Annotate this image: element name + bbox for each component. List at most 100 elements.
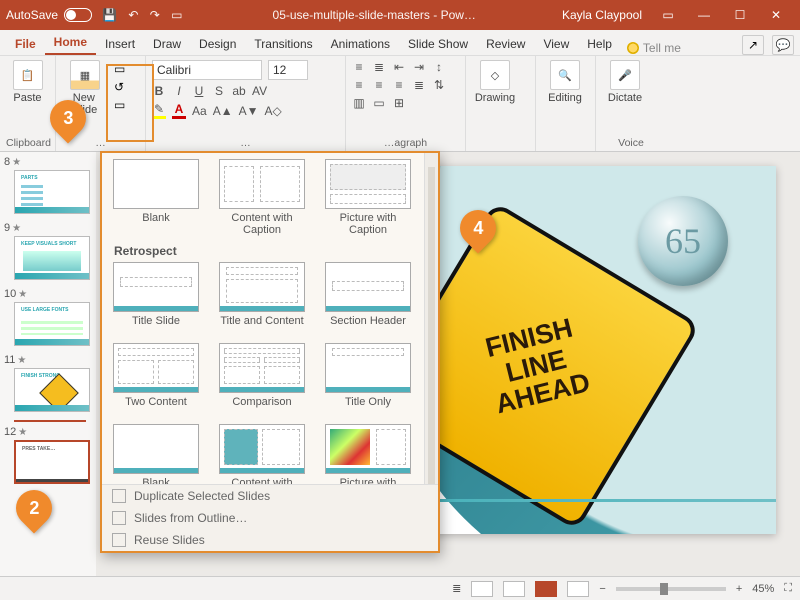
tab-design[interactable]: Design (190, 33, 245, 55)
notes-button[interactable]: ≣ (452, 582, 461, 595)
group-voice-label: Voice (602, 137, 660, 149)
minimize-button[interactable]: — (686, 8, 722, 22)
drawing-button[interactable]: ◇Drawing (472, 60, 518, 104)
shapes-icon: ◇ (480, 60, 510, 90)
layout-blank-0[interactable]: Blank (112, 159, 200, 236)
layout-two-content[interactable]: Two Content (112, 343, 200, 420)
ribbon-options-icon[interactable]: ▭ (650, 8, 686, 22)
layout-scrollbar[interactable] (424, 153, 438, 525)
zoom-level[interactable]: 45% (752, 583, 774, 595)
layout-comparison[interactable]: Comparison (218, 343, 306, 420)
tab-file[interactable]: File (6, 33, 45, 55)
smartart-button[interactable]: ⊞ (392, 96, 406, 110)
indent-more-button[interactable]: ⇥ (412, 60, 426, 74)
zoom-slider[interactable] (616, 587, 726, 591)
tab-animations[interactable]: Animations (322, 33, 399, 55)
layout-section-header[interactable]: Section Header (324, 262, 412, 339)
section-icon[interactable]: ▭ (114, 98, 125, 112)
undo-icon[interactable]: ↶ (128, 8, 138, 22)
tell-me[interactable]: Tell me (627, 41, 681, 55)
autosave-label: AutoSave (6, 8, 58, 22)
thumb-8[interactable]: 8★PARTS (4, 156, 92, 214)
normal-view-button[interactable] (471, 581, 493, 597)
status-bar: ≣ − + 45% ⛶ (0, 576, 800, 600)
comments-button[interactable]: 💬 (772, 35, 794, 55)
zoom-in-button[interactable]: + (736, 583, 742, 595)
reset-icon[interactable]: ↺ (114, 80, 125, 94)
layout-picture-caption-0[interactable]: Picture with Caption (324, 159, 412, 236)
share-button[interactable]: ↗ (742, 35, 764, 55)
text-direction-button[interactable]: ↕ (432, 60, 446, 74)
underline-button[interactable]: U (192, 84, 206, 98)
tab-draw[interactable]: Draw (144, 33, 190, 55)
dictate-button[interactable]: 🎤Dictate (602, 60, 648, 104)
reuse-icon (112, 533, 126, 547)
document-title: 05-use-multiple-slide-masters - Pow… (187, 8, 562, 22)
layout-title-only[interactable]: Title Only (324, 343, 412, 420)
align-left-button[interactable]: ≡ (352, 78, 366, 92)
align-right-button[interactable]: ≡ (392, 78, 406, 92)
slideshow-view-button[interactable] (567, 581, 589, 597)
indent-less-button[interactable]: ⇤ (392, 60, 406, 74)
tab-transitions[interactable]: Transitions (245, 33, 321, 55)
font-family-combo[interactable] (152, 60, 262, 80)
align-center-button[interactable]: ≡ (372, 78, 386, 92)
font-color-button[interactable]: A (172, 102, 186, 119)
save-icon[interactable]: 💾 (102, 8, 117, 22)
font-size-combo[interactable] (268, 60, 308, 80)
layout-menu-footer: Duplicate Selected Slides Slides from Ou… (102, 484, 438, 551)
layout-content-caption-0[interactable]: Content with Caption (218, 159, 306, 236)
close-button[interactable]: ✕ (758, 8, 794, 22)
justify-button[interactable]: ≣ (412, 78, 426, 92)
bullets-button[interactable]: ≡ (352, 60, 366, 74)
group-font-label: … (152, 137, 339, 149)
reading-view-button[interactable] (535, 581, 557, 597)
tab-slideshow[interactable]: Slide Show (399, 33, 477, 55)
reuse-slides-option[interactable]: Reuse Slides (102, 529, 438, 551)
strike-button[interactable]: S (212, 84, 226, 98)
thumb-11[interactable]: 11★FINISH STRONG (4, 354, 92, 412)
slideshow-icon[interactable]: ▭ (171, 8, 182, 22)
tab-view[interactable]: View (534, 33, 578, 55)
thumb-12[interactable]: 12★PRES TAKE… (4, 426, 92, 484)
shadow-button[interactable]: ab (232, 84, 246, 98)
outline-icon (112, 511, 126, 525)
group-clipboard-label: Clipboard (6, 137, 49, 149)
paste-button[interactable]: 📋Paste (6, 60, 49, 104)
line-spacing-button[interactable]: ⇅ (432, 78, 446, 92)
autosave-toggle[interactable] (64, 8, 92, 22)
clear-format-button[interactable]: A◇ (264, 104, 281, 118)
layout-title-slide[interactable]: Title Slide (112, 262, 200, 339)
spacing-button[interactable]: AV (252, 84, 267, 98)
user-name[interactable]: Kayla Claypool (562, 8, 642, 22)
tab-home[interactable]: Home (45, 31, 96, 55)
bold-button[interactable]: B (152, 84, 166, 98)
find-icon: 🔍 (550, 60, 580, 90)
zoom-out-button[interactable]: − (599, 583, 605, 595)
thumb-9[interactable]: 9★KEEP VISUALS SHORT (4, 222, 92, 280)
slides-from-outline-option[interactable]: Slides from Outline… (102, 507, 438, 529)
highlight-button[interactable]: ✎ (152, 102, 166, 119)
redo-icon[interactable]: ↷ (150, 8, 160, 22)
italic-button[interactable]: I (172, 84, 186, 98)
ribbon-home: 📋Paste Clipboard ▦ New Slide ▭ ↺ ▭ … B I (0, 56, 800, 152)
layout-title-content[interactable]: Title and Content (218, 262, 306, 339)
tab-insert[interactable]: Insert (96, 33, 144, 55)
change-case-button[interactable]: Aa (192, 104, 207, 118)
fit-window-button[interactable]: ⛶ (784, 582, 792, 595)
grow-font-button[interactable]: A▲ (213, 104, 233, 118)
shrink-font-button[interactable]: A▼ (239, 104, 259, 118)
align-text-button[interactable]: ▭ (372, 96, 386, 110)
layout-icon[interactable]: ▭ (114, 62, 125, 76)
numbering-button[interactable]: ≣ (372, 60, 386, 74)
glass-sphere-icon (638, 196, 728, 286)
columns-button[interactable]: ▥ (352, 96, 366, 110)
tab-help[interactable]: Help (578, 33, 621, 55)
thumb-10[interactable]: 10★USE LARGE FONTS (4, 288, 92, 346)
sorter-view-button[interactable] (503, 581, 525, 597)
new-slide-layout-menu[interactable]: Blank Content with Caption Picture with … (100, 151, 440, 553)
tab-review[interactable]: Review (477, 33, 534, 55)
duplicate-slides-option[interactable]: Duplicate Selected Slides (102, 485, 438, 507)
maximize-button[interactable]: ☐ (722, 8, 758, 22)
editing-button[interactable]: 🔍Editing (542, 60, 588, 104)
